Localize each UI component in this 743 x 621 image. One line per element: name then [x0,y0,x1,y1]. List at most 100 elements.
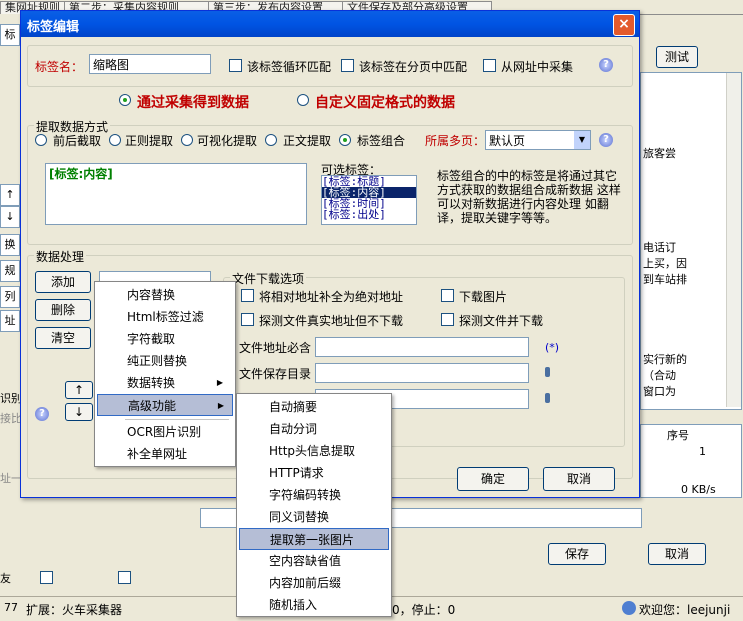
menu-item-ocr[interactable]: OCR图片识别 [97,421,231,443]
bg-cancel-button[interactable]: 取消 [648,543,706,565]
help-icon[interactable]: ? [599,133,613,147]
extract-radio-regex[interactable] [109,134,121,146]
custom-radio[interactable] [297,94,309,106]
submenu-item-empty-default[interactable]: 空内容缺省值 [239,550,387,572]
add-button[interactable]: 添加 [35,271,91,293]
menu-item-regex-replace[interactable]: 纯正则替换 [97,350,231,372]
move-up-button[interactable]: ↑ [65,381,93,399]
bg-up-button[interactable]: ↑ [0,184,20,206]
advanced-submenu: 自动摘要 自动分词 Http头信息提取 HTTP请求 字符编码转换 同义词替换 … [236,393,392,617]
submenu-item-encoding[interactable]: 字符编码转换 [239,484,387,506]
must-contain-label: 文件地址必含 [239,341,312,355]
extract-radio-body[interactable] [265,134,277,146]
bg-down-button[interactable]: ↓ [0,206,20,228]
abs-url-checkbox[interactable] [241,289,254,302]
collect-radio[interactable] [119,94,131,106]
db-icon[interactable] [545,367,550,377]
multi-page-value: 默认页 [489,134,526,148]
submenu-item-auto-segment[interactable]: 自动分词 [239,418,387,440]
probe-download-checkbox[interactable] [441,313,454,326]
process-context-menu: 内容替换 Html标签过滤 字符截取 纯正则替换 数据转换 ▶ 高级功能 ▶ OCR… [94,281,236,467]
submenu-item-random-insert[interactable]: 随机插入 [239,594,387,616]
extract-radio-before-after[interactable] [35,134,47,146]
dialog-title: 标签编辑 [27,20,80,35]
bg-preview-text: 实行新的 [643,353,687,366]
status-welcome: 欢迎您：leejunji [639,603,731,617]
submenu-item-http-request[interactable]: HTTP请求 [239,462,387,484]
menu-item-label: 高级功能 [128,399,177,413]
bg-test-button[interactable]: 测试 [656,46,698,68]
must-contain-input[interactable] [315,337,529,357]
db-icon[interactable] [545,393,550,403]
bg-preview-text: 窗口为 [643,385,676,398]
close-icon[interactable]: × [613,14,635,36]
extract-radio-visual[interactable] [181,134,193,146]
optional-tag-item[interactable]: [标签:出处] [322,209,416,220]
process-group-label: 数据处理 [34,248,87,265]
menu-item-label: OCR图片识别 [127,425,202,439]
menu-item-complete-url[interactable]: 补全单网址 [97,443,231,465]
menu-item-content-replace[interactable]: 内容替换 [97,284,231,306]
submenu-item-http-header[interactable]: Http头信息提取 [239,440,387,462]
submenu-item-label: 空内容缺省值 [269,554,342,568]
help-icon[interactable]: ? [35,407,49,421]
bg-preview-text: 上买，因 [643,257,687,270]
extract-option-label: 可视化提取 [197,134,258,148]
submenu-item-label: 自动摘要 [269,400,318,414]
clear-button[interactable]: 清空 [35,327,91,349]
bg-checkbox[interactable] [40,571,53,584]
submenu-item-label: 字符编码转换 [269,488,342,502]
user-icon [622,601,636,615]
optional-tags-list[interactable]: [标签:标题] [标签:内容] [标签:时间] [标签:出处] [321,175,417,225]
save-dir-label: 文件保存目录 [239,367,312,381]
combo-textarea[interactable]: [标签:内容] [45,163,307,225]
bg-left-item: 标 [0,24,20,46]
menu-item-label: Html标签过滤 [127,310,204,324]
submenu-item-first-image[interactable]: 提取第一张图片 [239,528,389,550]
bg-save-button[interactable]: 保存 [548,543,606,565]
loop-match-label: 该标签循环匹配 [247,60,332,74]
bg-left-label: 址一 [0,472,22,485]
menu-item-data-convert[interactable]: 数据转换 ▶ [97,372,231,394]
bg-left-label: 识别 [0,392,22,405]
dialog-cancel-button[interactable]: 取消 [543,467,615,491]
help-icon[interactable]: ? [599,58,613,72]
loop-match-checkbox[interactable] [229,59,242,72]
submenu-item-auto-summary[interactable]: 自动摘要 [239,396,387,418]
menu-item-substring[interactable]: 字符截取 [97,328,231,350]
bg-seq-panel: 序号 1 0 KB/s [640,424,742,498]
bg-left-item[interactable]: 换到 [0,234,20,256]
tag-name-input[interactable]: 缩略图 [89,54,211,74]
submenu-item-label: 随机插入 [269,598,318,612]
bg-left-item[interactable]: 列出 [0,286,20,308]
bg-left-item[interactable]: 规则 [0,260,20,282]
multi-page-select[interactable]: 默认页 ▼ [485,130,591,150]
download-image-checkbox[interactable] [441,289,454,302]
bg-left-item[interactable]: 址 [0,310,20,332]
chevron-down-icon[interactable]: ▼ [574,131,590,149]
extract-option-label: 前后截取 [53,134,102,148]
menu-item-html-filter[interactable]: Html标签过滤 [97,306,231,328]
from-url-checkbox[interactable] [483,59,496,72]
menu-item-label: 数据转换 [127,376,176,390]
status-stop: 0，停止：0 [392,603,456,617]
save-dir-input[interactable] [315,363,529,383]
extract-radio-combo[interactable] [339,134,351,146]
submenu-item-synonym[interactable]: 同义词替换 [239,506,387,528]
submenu-item-label: 自动分词 [269,422,318,436]
menu-item-label: 纯正则替换 [127,354,188,368]
menu-item-label: 内容替换 [127,288,176,302]
menu-item-advanced[interactable]: 高级功能 ▶ [97,394,233,416]
probe-no-download-checkbox[interactable] [241,313,254,326]
delete-button[interactable]: 删除 [35,299,91,321]
probe-no-download-label: 探测文件真实地址但不下载 [259,314,404,328]
ok-button[interactable]: 确定 [457,467,529,491]
dialog-titlebar[interactable]: 标签编辑 × [21,11,639,37]
download-image-label: 下载图片 [459,290,508,304]
bg-preview-scrollbar[interactable] [726,73,741,407]
bg-checkbox[interactable] [118,571,131,584]
page-match-checkbox[interactable] [341,59,354,72]
submenu-item-prefix-suffix[interactable]: 内容加前后缀 [239,572,387,594]
status-extension: 扩展：火车采集器 [26,603,123,617]
move-down-button[interactable]: ↓ [65,403,93,421]
